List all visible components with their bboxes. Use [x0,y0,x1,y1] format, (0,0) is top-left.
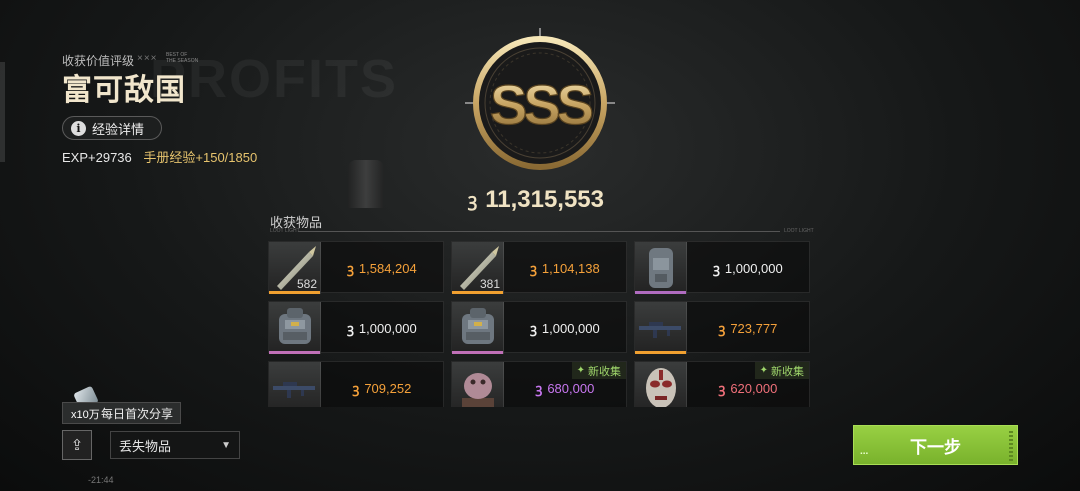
coin-icon: ꝫ [535,381,543,396]
rarity-strip [635,351,686,354]
loot-item[interactable]: ꝫ 1,000,000 [268,301,444,354]
bullet-decoration [348,160,384,208]
item-value-text: 620,000 [730,380,778,396]
rarity-strip [635,291,686,294]
coin-icon: ꝫ [530,261,537,276]
total-value: ꝫ 11,315,553 [468,186,604,214]
share-button[interactable]: ⇪ [62,430,92,460]
item-value: ꝫ 1,000,000 [504,302,626,354]
rank-emblem: SSS [465,28,615,170]
loot-item[interactable]: 381 ꝫ 1,104,138 [451,241,627,294]
stripe-decoration [1009,431,1013,461]
info-icon: i [71,120,86,136]
coin-icon: ꝫ [352,381,360,396]
coin-icon: ꝫ [530,321,537,336]
exp-value: EXP+29736 [62,150,132,165]
item-quantity: 582 [296,277,317,291]
item-value-text: 1,000,000 [724,260,783,276]
item-value: ꝫ 1,104,138 [504,242,626,294]
loot-item[interactable]: ꝫ 620,000 ✦ 新收集 [634,361,810,407]
new-collection-tag: ✦ 新收集 [754,362,809,379]
rarity-strip [269,351,320,354]
lost-items-select[interactable]: 丢失物品 ▼ [110,431,240,459]
coin-icon: ꝫ [468,190,478,210]
lost-items-select-value: 丢失物品 [119,438,172,454]
item-value: ꝫ 1,000,000 [687,242,809,294]
exp-details-button[interactable]: i 经验详情 [62,116,162,140]
exp-details-label: 经验详情 [92,121,145,137]
rarity-strip [269,291,320,294]
item-quantity: 381 [479,277,500,291]
new-collection-label: 新收集 [588,365,621,378]
total-value-text: 11,315,553 [485,186,604,213]
coin-icon: ꝫ [347,261,354,276]
deco-mark: ××× [137,53,158,64]
coin-icon: ꝫ [347,321,354,336]
item-value: ꝫ 723,777 [687,302,809,354]
loot-item[interactable]: ꝫ 723,777 [634,301,810,354]
loot-item[interactable]: ꝫ 680,000 ✦ 新收集 [451,361,627,407]
mask-icon [635,362,687,407]
ammo-icon: 381 [452,242,504,294]
coin-icon: ꝫ [718,321,726,336]
loot-item[interactable]: ꝫ 1,000,000 [451,301,627,354]
daily-share-label: 每日首次分享 [101,406,174,421]
coin-icon: ꝫ [713,261,720,276]
rank-text: SSS [490,73,593,136]
item-value: ꝫ 1,584,204 [321,242,443,294]
item-value-text: 1,104,138 [541,260,600,276]
rarity-strip [452,291,503,294]
share-multiplier: x10万 [71,409,100,421]
next-button[interactable]: ... 下一步 [853,425,1018,465]
exp-line: EXP+29736 手册经验+150/1850 [62,147,257,166]
sparkle-icon: ✦ [576,365,585,376]
new-collection-tag: ✦ 新收集 [571,362,626,379]
loot-subtitle-right: LOOT LIGHT [784,228,814,234]
item-value-text: 723,777 [730,320,778,336]
backpack-icon [452,302,504,354]
loot-grid: 582 ꝫ 1,584,204 381 ꝫ 1,104,138 ꝫ 1,000,000 ꝫ 1,0… [268,241,810,407]
item-value-text: 709,252 [364,380,412,396]
handbook-exp: 手册经验+150/1850 [143,150,258,165]
backpack-icon [269,302,321,354]
deco-small-text: BEST OF THE SEASON [166,52,199,64]
armor-vest-icon [635,242,687,294]
dropdown-arrow-icon: ▼ [221,439,231,451]
daily-share-tip: x10万 每日首次分享 [62,402,182,424]
timestamp: -21:44 [88,475,114,485]
new-collection-label: 新收集 [771,365,804,378]
statue-icon [452,362,504,407]
item-value-text: 680,000 [547,380,595,396]
rifle-icon [269,362,321,407]
rarity-strip [452,351,503,354]
item-value-text: 1,000,000 [358,320,417,336]
sparkle-icon: ✦ [759,365,768,376]
loot-subtitle: LOOT LIGHT [270,228,300,234]
loot-divider [298,231,780,232]
next-button-label: 下一步 [910,437,961,457]
ammo-icon: 582 [269,242,321,294]
item-value-text: 1,000,000 [541,320,600,336]
grade-title: 富可敌国 [62,74,186,107]
item-value: ꝫ 709,252 [321,362,443,407]
left-edge-strip [0,62,5,162]
coin-icon: ꝫ [718,381,726,396]
next-dots: ... [860,446,869,457]
share-icon: ⇪ [70,437,84,454]
rifle-icon [635,302,687,354]
item-value-text: 1,584,204 [358,260,417,276]
loot-item[interactable]: 582 ꝫ 1,584,204 [268,241,444,294]
loot-item[interactable]: ꝫ 1,000,000 [634,241,810,294]
item-value: ꝫ 1,000,000 [321,302,443,354]
loot-item[interactable]: ꝫ 709,252 [268,361,444,407]
